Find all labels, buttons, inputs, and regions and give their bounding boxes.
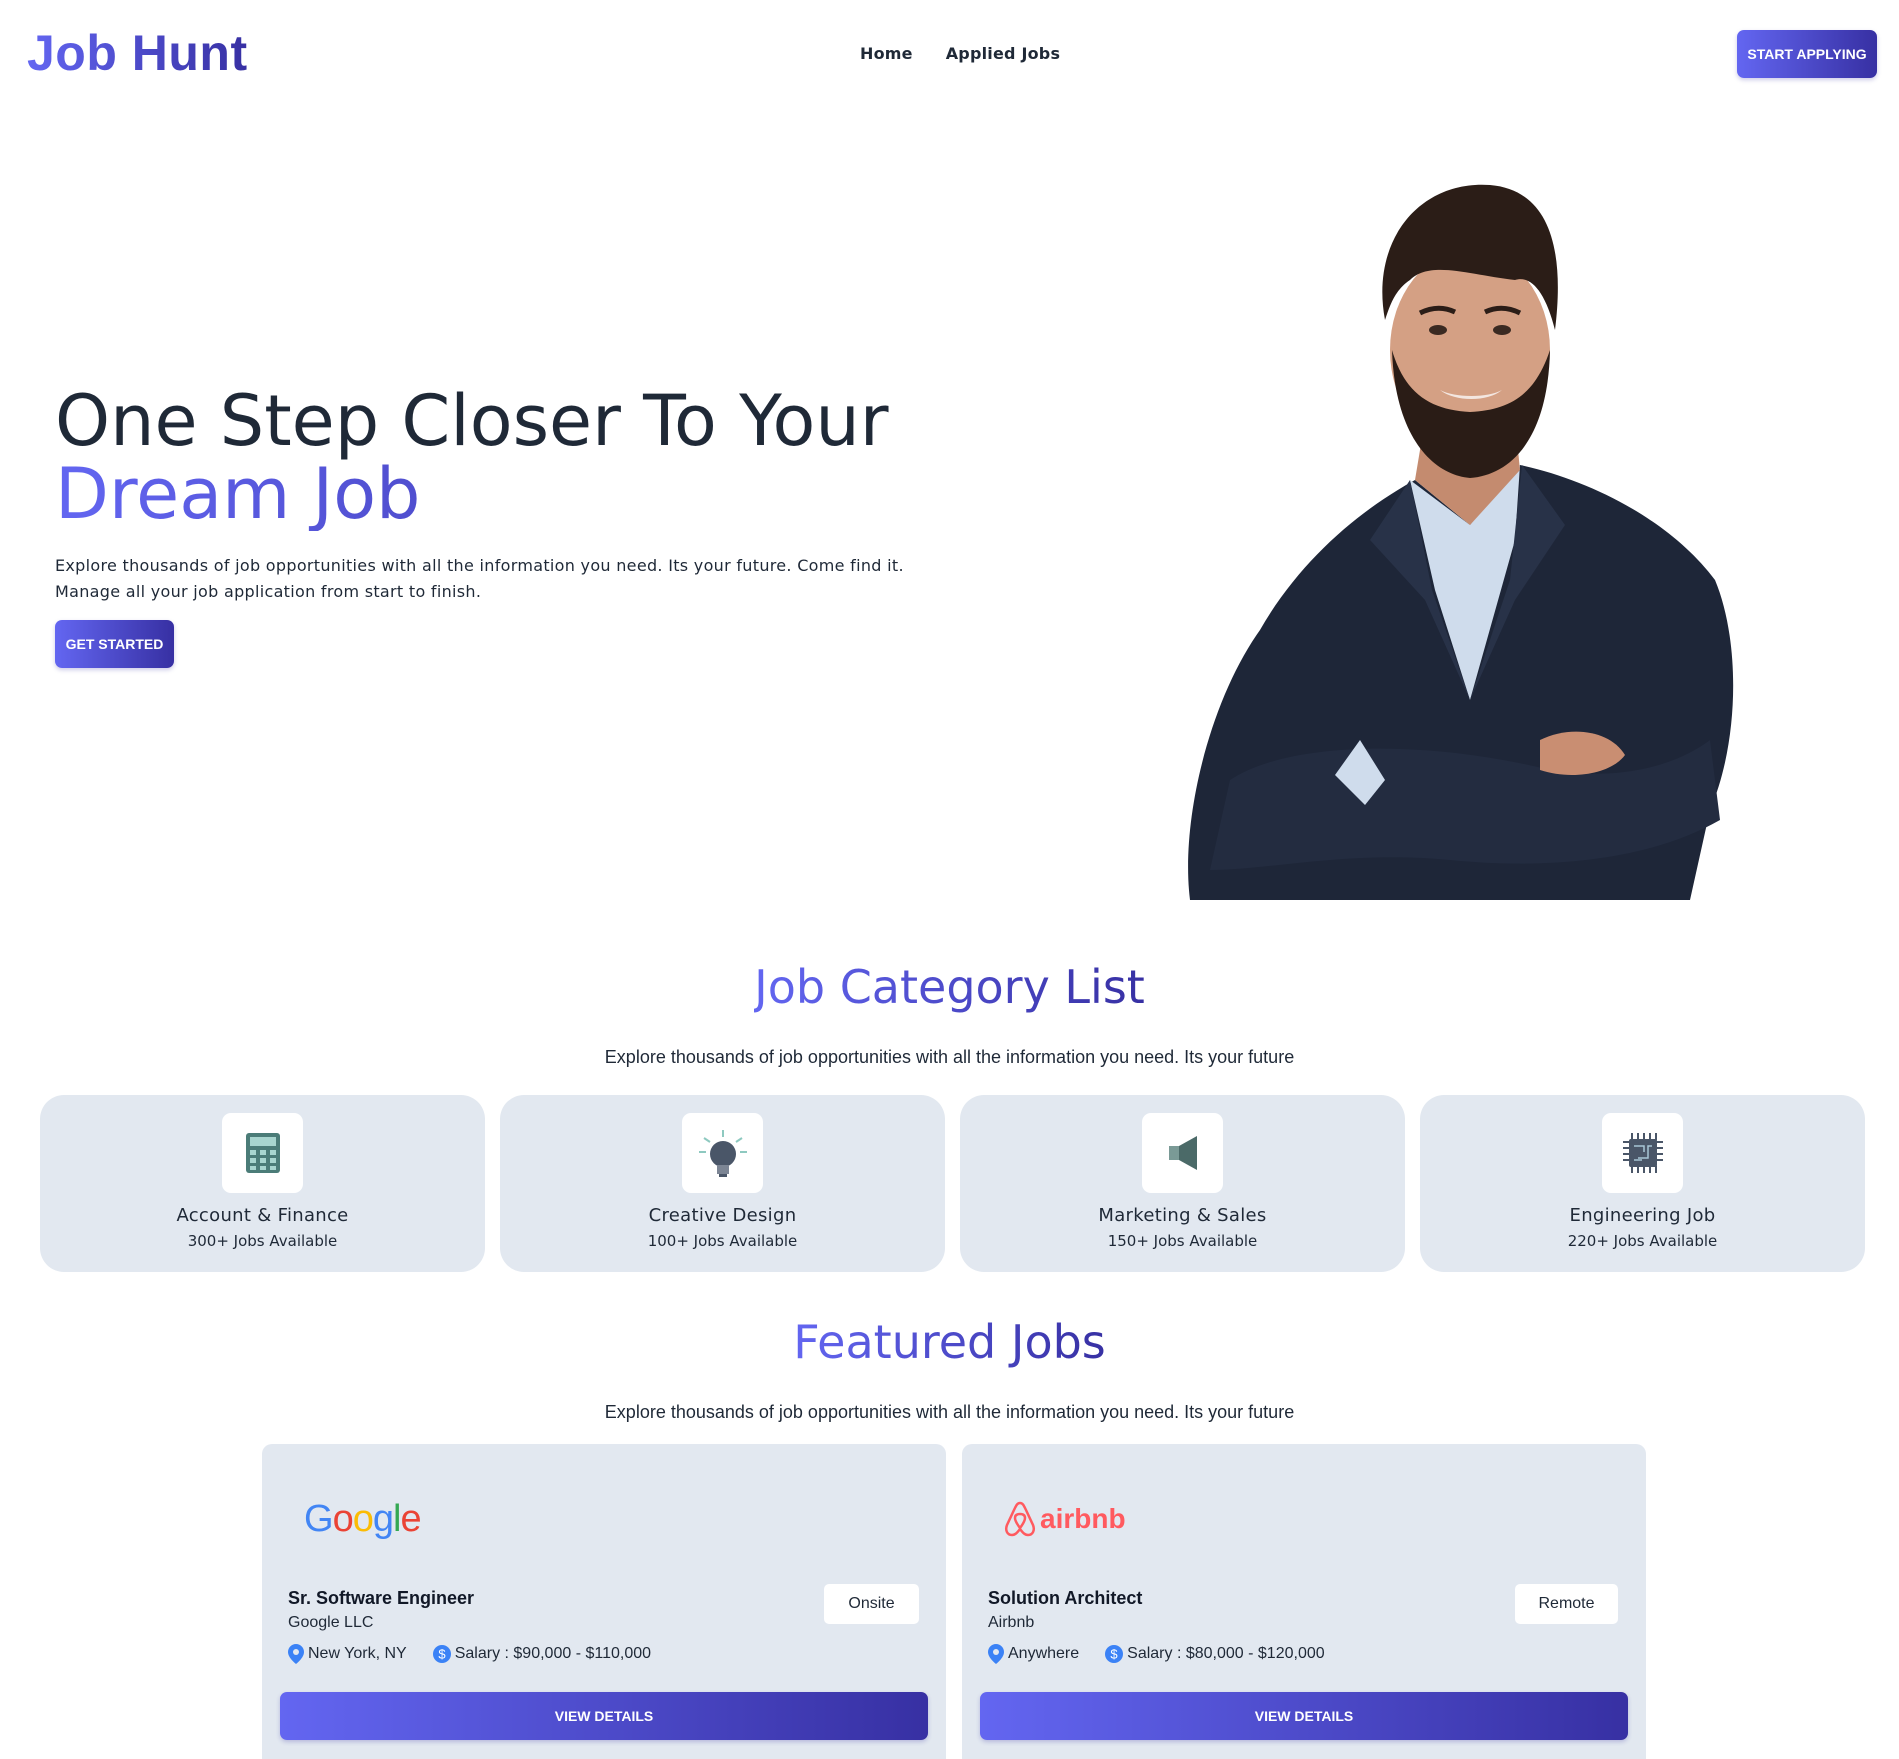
job-company: Airbnb bbox=[988, 1614, 1035, 1631]
site-logo[interactable]: Job Hunt bbox=[27, 24, 248, 82]
hero-title: One Step Closer To Your Dream Job bbox=[55, 385, 889, 531]
job-location-text: New York, NY bbox=[308, 1645, 407, 1662]
category-count: 100+ Jobs Available bbox=[647, 1232, 798, 1250]
category-card-creative-design[interactable]: Creative Design 100+ Jobs Available bbox=[500, 1095, 945, 1272]
view-details-button[interactable]: VIEW DETAILS bbox=[980, 1692, 1628, 1740]
top-nav: Job Hunt Home Applied Jobs START APPLYIN… bbox=[0, 0, 1899, 110]
hero-description-line2: Manage all your job application from sta… bbox=[55, 582, 482, 601]
category-name: Creative Design bbox=[648, 1205, 797, 1226]
job-type-badge: Onsite bbox=[824, 1584, 919, 1624]
category-name: Account & Finance bbox=[176, 1205, 349, 1226]
job-company: Google LLC bbox=[288, 1614, 374, 1631]
svg-text:$: $ bbox=[1111, 1647, 1119, 1662]
job-salary: $ Salary : $90,000 - $110,000 bbox=[432, 1645, 652, 1663]
category-card-marketing-sales[interactable]: Marketing & Sales 150+ Jobs Available bbox=[960, 1095, 1405, 1272]
job-meta: Anywhere $ Salary : $80,000 - $120,000 bbox=[988, 1644, 1325, 1664]
company-logo-google: Google bbox=[304, 1498, 422, 1540]
job-salary-text: Salary : $80,000 - $120,000 bbox=[1127, 1645, 1325, 1662]
job-location-text: Anywhere bbox=[1008, 1645, 1080, 1662]
category-title-text: Job Category List bbox=[754, 960, 1145, 1014]
nav-link-applied-jobs[interactable]: Applied Jobs bbox=[946, 44, 1060, 63]
category-card-engineering[interactable]: Engineering Job 220+ Jobs Available bbox=[1420, 1095, 1865, 1272]
hero-title-highlight: Dream Job bbox=[55, 458, 889, 531]
calculator-icon bbox=[222, 1113, 303, 1193]
category-name: Engineering Job bbox=[1569, 1205, 1716, 1226]
job-salary-text: Salary : $90,000 - $110,000 bbox=[454, 1645, 652, 1662]
job-location: New York, NY bbox=[288, 1644, 407, 1664]
megaphone-icon bbox=[1142, 1113, 1223, 1193]
chip-icon bbox=[1602, 1113, 1683, 1193]
category-name: Marketing & Sales bbox=[1098, 1205, 1267, 1226]
category-count: 150+ Jobs Available bbox=[1107, 1232, 1258, 1250]
job-card-airbnb: airbnb Solution Architect Airbnb Remote … bbox=[962, 1444, 1646, 1759]
category-count: 220+ Jobs Available bbox=[1567, 1232, 1718, 1250]
lightbulb-icon bbox=[682, 1113, 763, 1193]
job-type-badge: Remote bbox=[1515, 1584, 1618, 1624]
location-pin-icon bbox=[988, 1644, 1004, 1664]
category-section-title: Job Category List bbox=[0, 960, 1899, 1014]
job-location: Anywhere bbox=[988, 1644, 1079, 1664]
airbnb-wordmark: airbnb bbox=[1040, 1503, 1126, 1534]
featured-section-subtitle: Explore thousands of job opportunities w… bbox=[604, 1402, 1295, 1422]
job-title: Sr. Software Engineer bbox=[288, 1588, 475, 1608]
job-salary: $ Salary : $80,000 - $120,000 bbox=[1105, 1645, 1325, 1663]
hero-description-line1: Explore thousands of job opportunities w… bbox=[55, 556, 904, 575]
dollar-icon: $ bbox=[1105, 1645, 1124, 1663]
location-pin-icon bbox=[288, 1644, 304, 1664]
view-details-button[interactable]: VIEW DETAILS bbox=[280, 1692, 928, 1740]
category-count: 300+ Jobs Available bbox=[187, 1232, 338, 1250]
hero-description: Explore thousands of job opportunities w… bbox=[55, 553, 955, 605]
company-logo-airbnb: airbnb bbox=[1004, 1494, 1126, 1544]
job-title: Solution Architect bbox=[988, 1588, 1143, 1608]
svg-text:$: $ bbox=[438, 1647, 446, 1662]
category-card-account-finance[interactable]: Account & Finance 300+ Jobs Available bbox=[40, 1095, 485, 1272]
hero-title-line1: One Step Closer To Your bbox=[55, 380, 889, 462]
dollar-icon: $ bbox=[432, 1645, 451, 1663]
job-card-google: Google Sr. Software Engineer Google LLC … bbox=[262, 1444, 946, 1759]
hero-person-image bbox=[1188, 184, 1734, 900]
featured-section-title: Featured Jobs bbox=[0, 1315, 1899, 1369]
category-section-subtitle: Explore thousands of job opportunities w… bbox=[604, 1047, 1295, 1067]
featured-title-text: Featured Jobs bbox=[793, 1315, 1106, 1369]
nav-link-home[interactable]: Home bbox=[860, 44, 913, 63]
job-meta: New York, NY $ Salary : $90,000 - $110,0… bbox=[288, 1644, 651, 1664]
get-started-button[interactable]: GET STARTED bbox=[55, 620, 174, 668]
nav-links: Home Applied Jobs bbox=[860, 44, 1060, 63]
start-applying-button[interactable]: START APPLYING bbox=[1737, 30, 1877, 78]
